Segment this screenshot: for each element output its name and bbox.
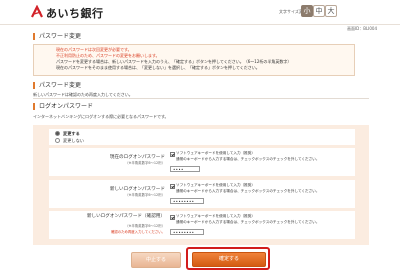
header-divider: [0, 24, 400, 25]
new-password-input[interactable]: ••••••••: [170, 198, 204, 204]
current-password-input[interactable]: ••••: [170, 166, 200, 172]
confirm-button[interactable]: 確定する: [192, 252, 266, 267]
notice-line-1: 現在のパスワードは次回変更が必要です。: [56, 47, 132, 52]
font-size-medium-button[interactable]: 中: [313, 5, 325, 17]
new-password-hint: （※半角英数字6〜12桁）: [125, 193, 165, 197]
bank-logo-icon: [31, 5, 43, 18]
software-keyboard-label: ソフトウェアキーボードを使用して入力（推奨）: [176, 214, 255, 218]
notice-line-4: 現在のパスワードをそのまま使用する場合は、「変更しない」を選択し、「確定する」ボ…: [56, 65, 260, 70]
software-keyboard-hint: 通常のキーボードから入力する場合は、チェックボックスのチェックを外してください。: [176, 219, 320, 224]
header: あいち銀行 文字サイズ変更 小 中 大: [0, 0, 400, 22]
radio-button-icon[interactable]: [55, 138, 60, 143]
radio-change[interactable]: 変更する: [55, 131, 80, 137]
confirm-password-label: 新しいログオンパスワード（確認用）: [86, 214, 165, 219]
font-size-small-button[interactable]: 小: [301, 5, 313, 17]
screen-id: 画面ID：BLI004: [346, 26, 377, 31]
confirm-password-row: 新しいログオンパスワード（確認用） （※半角英数字6〜12桁） 確認のため再度入…: [49, 211, 355, 239]
cancel-button[interactable]: 中止する: [131, 252, 181, 268]
software-keyboard-hint: 通常のキーボードから入力する場合は、チェックボックスのチェックを外してください。: [176, 156, 320, 161]
radio-change-label: 変更する: [63, 130, 80, 136]
password-form: 変更する 変更しない 現在のログオンパスワード （※半角英数字6〜12桁） ソフ…: [33, 125, 369, 245]
logon-password-heading: ログオンパスワード: [33, 103, 93, 110]
logon-password-description: インターネットバンキングにログオンする際に必要となるパスワードです。: [33, 114, 169, 119]
software-keyboard-label: ソフトウェアキーボードを使用して入力（推奨）: [176, 183, 255, 187]
bank-name: あいち銀行: [46, 7, 104, 20]
radio-no-change-label: 変更しない: [63, 137, 84, 143]
software-keyboard-label: ソフトウェアキーボードを使用して入力（推奨）: [176, 151, 255, 155]
software-keyboard-checkbox[interactable]: [170, 215, 175, 220]
font-size-large-button[interactable]: 大: [325, 5, 337, 17]
software-keyboard-hint: 通常のキーボードから入力する場合は、チェックボックスのチェックを外してください。: [176, 188, 320, 193]
notice-line-3: パスワードを変更する場合は、新しいパスワードを入力のうえ、「確定する」ボタンを押…: [56, 59, 292, 64]
software-keyboard-checkbox[interactable]: [170, 152, 175, 157]
radio-no-change[interactable]: 変更しない: [55, 138, 84, 144]
section-divider: [33, 98, 369, 99]
current-password-row: 現在のログオンパスワード （※半角英数字6〜12桁） ソフトウェアキーボードを使…: [49, 148, 355, 176]
confirm-button-highlight: 確定する: [186, 247, 270, 270]
radio-button-selected-icon[interactable]: [55, 131, 60, 136]
new-password-row: 新しいログオンパスワード （※半角英数字6〜12桁） ソフトウェアキーボードを使…: [49, 180, 355, 208]
confirm-password-input[interactable]: ••••••••: [170, 229, 204, 235]
confirm-password-note: 確認のため再度入力してください。: [110, 230, 165, 234]
section-title-password-change-2: パスワード変更: [33, 82, 81, 89]
current-password-hint: （※半角英数字6〜12桁）: [125, 161, 165, 165]
confirm-password-hint: （※半角英数字6〜12桁）: [125, 224, 165, 228]
section-title-password-change: パスワード変更: [33, 33, 81, 40]
software-keyboard-checkbox[interactable]: [170, 184, 175, 189]
notice-line-2: 不正利用防止のため、パスワードの変更をお願いします。: [56, 53, 160, 58]
change-option-group: 変更する 変更しない: [49, 129, 355, 145]
notice-box: 現在のパスワードは次回変更が必要です。 不正利用防止のため、パスワードの変更をお…: [33, 44, 355, 76]
